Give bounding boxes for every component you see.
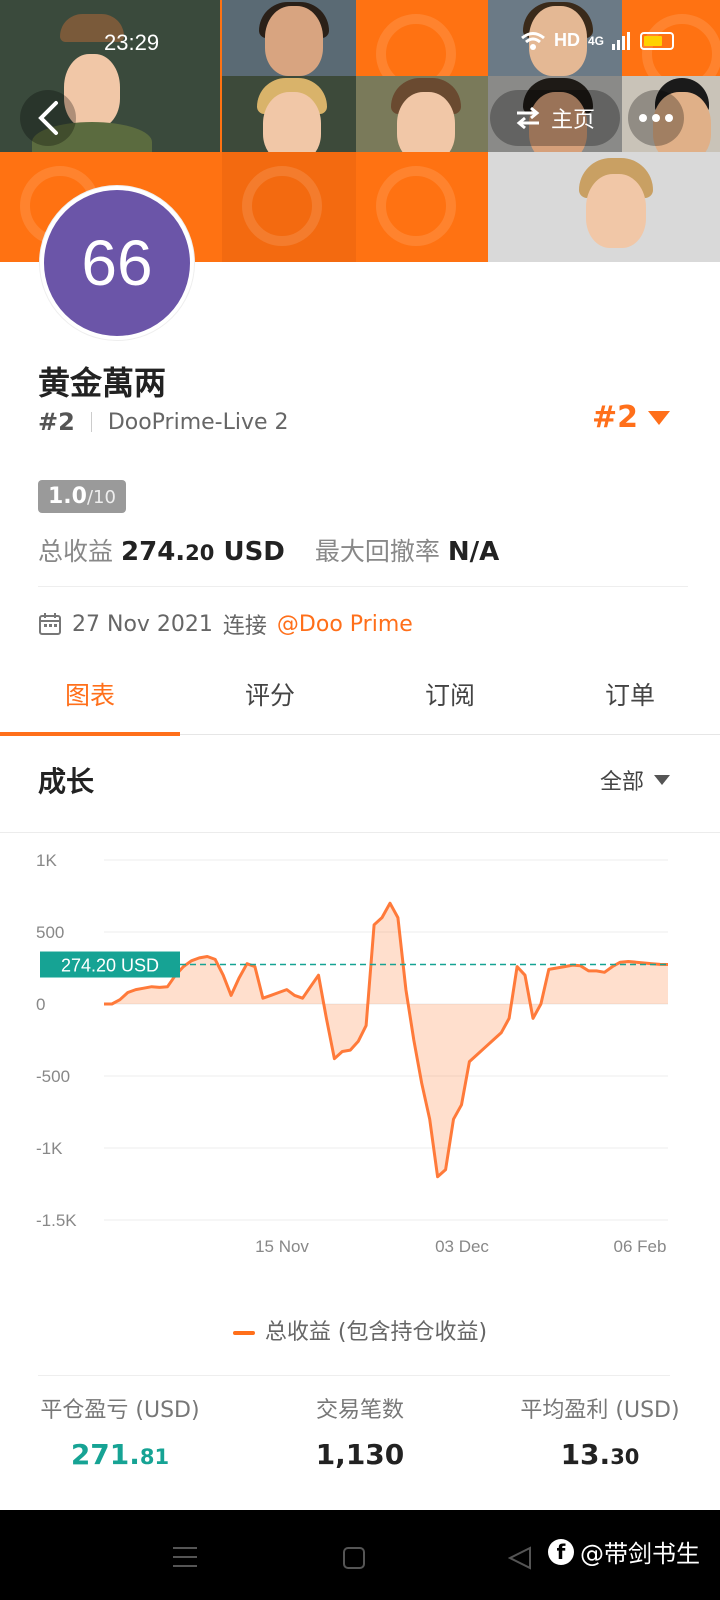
signal-icon xyxy=(612,31,631,50)
banner-photo xyxy=(222,76,358,152)
broker-link[interactable]: @Doo Prime xyxy=(277,612,413,637)
growth-chart[interactable]: 1K 500 0 -500 -1K -1.5K 15 Nov 03 Dec 06 Feb 274.… xyxy=(0,840,720,1280)
rank-row: #2 DooPrime-Live 2 xyxy=(38,408,289,436)
total-profit-int: 274. xyxy=(121,537,186,567)
metric-value-dec: 81 xyxy=(139,1445,170,1469)
profit-summary: 总收益 274.20 USD 最大回撤率 N/A xyxy=(38,532,499,568)
drawdown-label: 最大回撤率 xyxy=(314,537,440,566)
separator xyxy=(90,412,92,432)
calendar-icon xyxy=(39,613,61,635)
caret-down-icon xyxy=(648,410,670,425)
menu-icon[interactable] xyxy=(172,1546,198,1568)
more-dot-icon xyxy=(639,114,647,122)
score-value: 1.0 xyxy=(48,484,87,509)
tab-bar: 图表 评分 订阅 订单 xyxy=(0,660,720,736)
divider xyxy=(0,832,720,833)
x-tick-label: 06 Feb xyxy=(614,1237,667,1256)
series-area xyxy=(104,903,668,1177)
status-icons: HD 4G xyxy=(520,30,675,51)
metric-value: 13.30 xyxy=(480,1438,720,1471)
banner-photo xyxy=(488,152,720,262)
more-options-button[interactable] xyxy=(628,90,684,146)
wifi-icon xyxy=(521,31,545,50)
back-triangle-icon[interactable] xyxy=(508,1546,532,1570)
avatar[interactable]: 66 xyxy=(40,186,194,340)
metric-value-int: 13. xyxy=(560,1438,611,1471)
trader-name: 黄金萬两 xyxy=(38,364,167,402)
tab-rating[interactable]: 评分 xyxy=(180,660,360,734)
metric-avg-profit: 平均盈利 (USD) 13.30 xyxy=(480,1392,720,1471)
banner-photo xyxy=(222,0,358,76)
home-square-icon[interactable] xyxy=(342,1546,366,1570)
home-label: 主页 xyxy=(550,108,595,133)
score-badge: 1.0/10 xyxy=(38,480,126,513)
metric-closed-pnl: 平仓盈亏 (USD) 271.81 xyxy=(0,1392,240,1471)
connect-row: 27 Nov 2021 连接 @Doo Prime xyxy=(38,608,413,640)
growth-chart-svg: 1K 500 0 -500 -1K -1.5K 15 Nov 03 Dec 06 Feb 274.… xyxy=(36,851,669,1256)
y-tick-label: 500 xyxy=(36,923,64,942)
tab-orders[interactable]: 订单 xyxy=(540,660,720,734)
metric-value-int: 271. xyxy=(70,1438,140,1471)
y-tick-label: 0 xyxy=(36,995,45,1014)
more-dot-icon xyxy=(665,114,673,122)
x-tick-label: 03 Dec xyxy=(435,1237,489,1256)
y-tick-label: -1.5K xyxy=(36,1211,77,1230)
total-profit-unit: USD xyxy=(223,537,285,567)
metric-label: 平仓盈亏 (USD) xyxy=(40,1398,200,1423)
legend-label: 总收益 (包含持仓收益) xyxy=(264,1320,488,1345)
score-total: /10 xyxy=(86,487,116,508)
y-tick-label: 1K xyxy=(36,851,57,870)
home-button[interactable]: 主页 xyxy=(490,90,620,146)
connect-label: 连接 xyxy=(222,614,267,639)
rank-dropdown-label: #2 xyxy=(591,400,638,435)
total-profit-label: 总收益 xyxy=(38,537,114,566)
battery-icon xyxy=(640,31,675,50)
more-dot-icon xyxy=(652,114,660,122)
metric-trade-count: 交易笔数 1,130 xyxy=(240,1392,480,1471)
x-tick-label: 15 Nov xyxy=(255,1237,309,1256)
divider xyxy=(38,586,688,587)
banner-photo xyxy=(356,76,492,152)
legend-swatch xyxy=(232,1331,255,1335)
range-label: 全部 xyxy=(599,770,644,795)
section-title: 成长 xyxy=(38,765,95,798)
caret-down-icon xyxy=(654,775,670,785)
system-nav-bar: f @带剑书生 xyxy=(0,1510,720,1600)
back-button[interactable] xyxy=(20,90,76,146)
tab-subscribe[interactable]: 订阅 xyxy=(360,660,540,734)
current-value-label: 274.20 USD xyxy=(61,956,159,976)
rank-label: #2 xyxy=(38,408,75,436)
swap-icon xyxy=(516,106,540,130)
account-name: DooPrime-Live 2 xyxy=(107,409,289,435)
metric-value: 1,130 xyxy=(240,1438,480,1471)
rank-dropdown[interactable]: #2 xyxy=(592,400,670,435)
metrics-row: 平仓盈亏 (USD) 271.81 交易笔数 1,130 平均盈利 (USD) … xyxy=(0,1392,720,1471)
y-tick-label: -1K xyxy=(36,1139,63,1158)
chevron-left-icon xyxy=(38,101,58,135)
divider xyxy=(38,1375,670,1376)
drawdown-value: N/A xyxy=(447,537,500,567)
chart-legend: 总收益 (包含持仓收益) xyxy=(0,1314,720,1346)
metric-label: 平均盈利 (USD) xyxy=(520,1398,680,1423)
signal-label: 4G xyxy=(588,33,605,48)
metric-value-int: 1,130 xyxy=(315,1438,405,1471)
network-type: HD xyxy=(554,30,580,50)
total-profit-dec: 20 xyxy=(185,541,215,565)
range-dropdown[interactable]: 全部 xyxy=(600,764,670,796)
facebook-icon: f xyxy=(548,1538,574,1565)
watermark-text: @带剑书生 xyxy=(580,1540,700,1568)
watermark: f @带剑书生 xyxy=(548,1534,700,1569)
tab-chart[interactable]: 图表 xyxy=(0,660,180,736)
total-profit-value: 274.20 USD xyxy=(121,537,285,567)
y-tick-label: -500 xyxy=(36,1067,70,1086)
status-time: 23:29 xyxy=(104,30,160,55)
connect-date: 27 Nov 2021 xyxy=(72,611,213,637)
metric-label: 交易笔数 xyxy=(315,1398,404,1423)
metric-value-dec: 30 xyxy=(610,1445,640,1469)
metric-value: 271.81 xyxy=(0,1438,240,1471)
